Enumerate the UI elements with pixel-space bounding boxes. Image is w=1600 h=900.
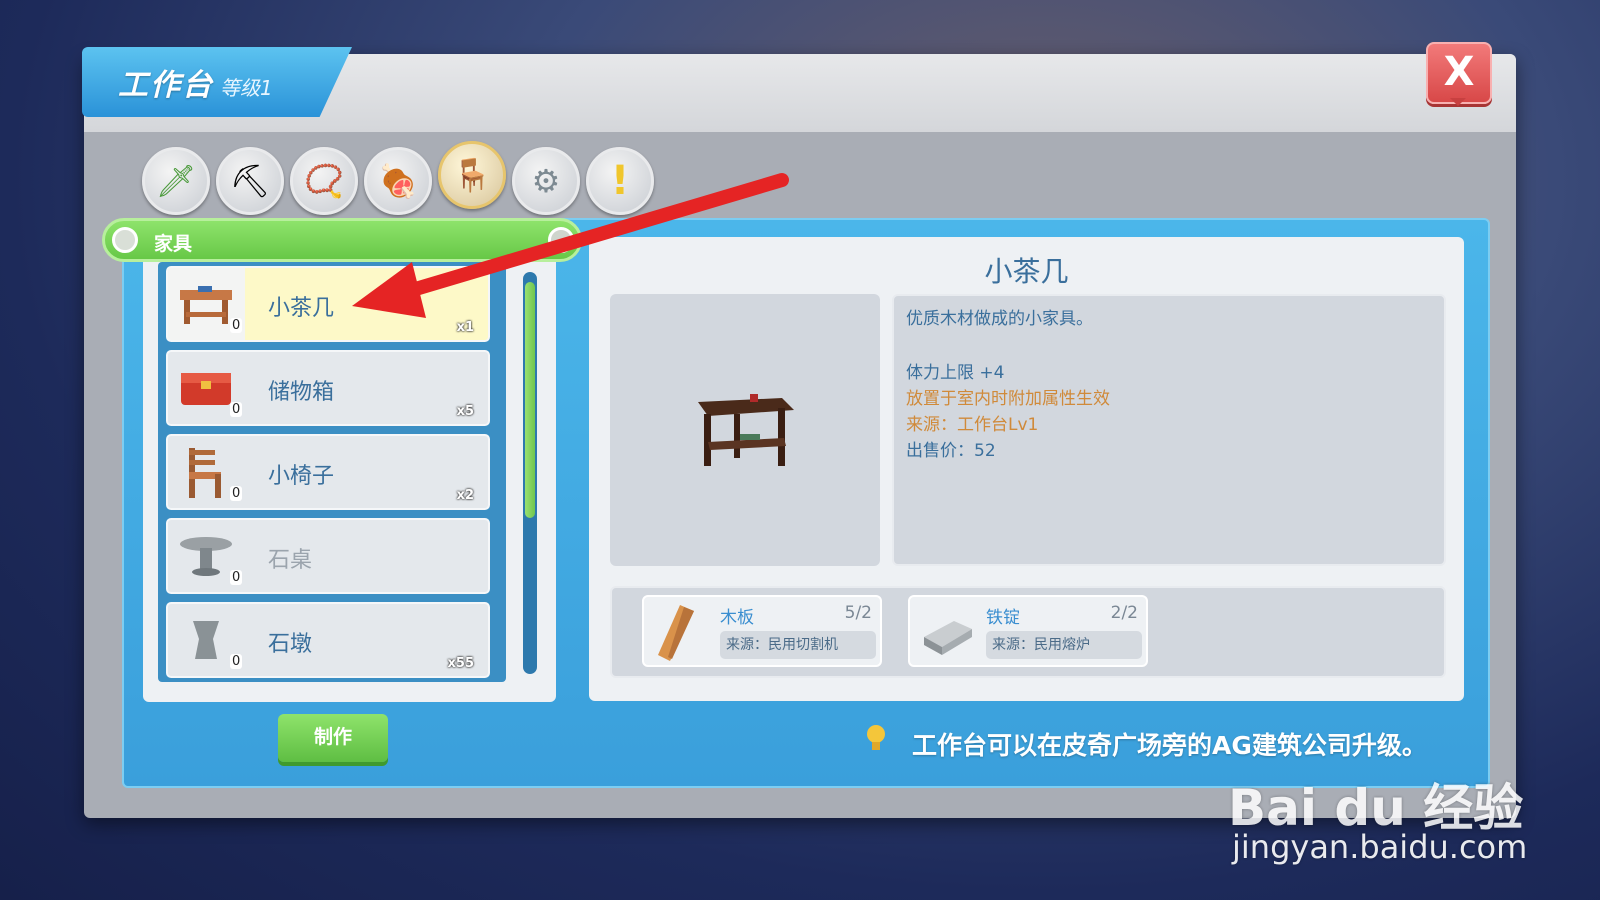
item-description-box: 优质木材做成的小家具。 体力上限 +4 放置于室内时附加属性生效 来源：工作台L… — [892, 294, 1446, 566]
list-item-tea-table[interactable]: 0 小茶几 x1 — [166, 266, 490, 342]
stone-stool-icon — [174, 610, 238, 672]
material-count: 5/2 — [844, 603, 872, 623]
item-preview — [610, 294, 880, 566]
item-owned-count: 0 — [230, 486, 243, 501]
category-weapon[interactable]: 🗡 — [142, 147, 210, 215]
item-owned-count: 0 — [230, 654, 243, 669]
material-name: 木板 — [720, 608, 754, 628]
meat-icon: 🍖 — [378, 162, 418, 200]
wood-plank-icon — [650, 603, 712, 663]
material-source: 来源：民用切割机 — [720, 631, 876, 659]
sword-icon: 🗡 — [155, 162, 197, 200]
material-wood-plank[interactable]: 木板 5/2 来源：民用切割机 — [642, 595, 882, 667]
list-item-stone-table[interactable]: 0 石桌 — [166, 518, 490, 594]
material-count: 2/2 — [1110, 603, 1138, 623]
close-button[interactable]: X — [1426, 42, 1492, 106]
stone-table-icon — [174, 526, 238, 588]
small-chair-icon — [174, 442, 238, 504]
storage-box-icon — [174, 358, 238, 420]
window-level: 等级1 — [220, 76, 273, 100]
category-furniture[interactable]: 🪑 — [438, 141, 506, 209]
material-iron-ingot[interactable]: 铁锭 2/2 来源：民用熔炉 — [908, 595, 1148, 667]
item-source: 来源：工作台Lv1 — [906, 415, 1039, 435]
tea-table-icon — [174, 274, 238, 336]
make-button[interactable]: 制作 — [278, 714, 388, 762]
item-yield: x2 — [456, 488, 474, 503]
category-header-label: 家具 — [154, 233, 193, 255]
pickaxe-icon: ⛏ — [229, 162, 271, 200]
list-item-small-chair[interactable]: 0 小椅子 x2 — [166, 434, 490, 510]
detail-title: 小茶几 — [984, 255, 1069, 288]
lightbulb-icon — [865, 724, 887, 754]
category-food[interactable]: 🍖 — [364, 147, 432, 215]
item-yield: x1 — [456, 320, 474, 335]
necklace-icon: 📿 — [304, 162, 344, 200]
category-tool[interactable]: ⛏ — [216, 147, 284, 215]
item-stat: 体力上限 +4 — [906, 363, 1005, 383]
item-price: 出售价：52 — [906, 441, 996, 461]
hint-text: 工作台可以在皮奇广场旁的AG建筑公司升级。 — [912, 731, 1427, 760]
item-description: 优质木材做成的小家具。 — [906, 309, 1093, 329]
item-name: 小椅子 — [268, 464, 335, 489]
exclamation-icon: ! — [610, 158, 630, 204]
item-name: 石桌 — [268, 548, 313, 573]
category-parts[interactable]: ⚙ — [512, 147, 580, 215]
watermark-url: jingyan.baidu.com — [1232, 828, 1528, 866]
item-yield: x55 — [447, 656, 474, 671]
category-header-dot-right — [548, 227, 574, 253]
item-name: 储物箱 — [268, 380, 335, 405]
item-note: 放置于室内时附加属性生效 — [906, 389, 1110, 409]
item-list[interactable]: 0 小茶几 x1 0 储物箱 x5 0 小椅子 x2 0 石桌 0 石墩 x55 — [158, 262, 506, 682]
item-owned-count: 0 — [230, 570, 243, 585]
category-special[interactable]: ! — [586, 147, 654, 215]
item-owned-count: 0 — [230, 318, 243, 333]
list-scrollbar-thumb[interactable] — [525, 282, 535, 518]
category-accessory[interactable]: 📿 — [290, 147, 358, 215]
list-item-stone-stool[interactable]: 0 石墩 x55 — [166, 602, 490, 678]
material-source: 来源：民用熔炉 — [986, 631, 1142, 659]
list-item-storage-box[interactable]: 0 储物箱 x5 — [166, 350, 490, 426]
item-yield: x5 — [456, 404, 474, 419]
item-name: 小茶几 — [268, 296, 335, 321]
item-name: 石墩 — [268, 632, 313, 657]
chair-icon: 🪑 — [452, 156, 492, 194]
item-owned-count: 0 — [230, 402, 243, 417]
material-name: 铁锭 — [986, 608, 1020, 628]
category-header-dot — [112, 227, 138, 253]
window-title: 工作台 — [118, 68, 214, 103]
gear-icon: ⚙ — [531, 162, 561, 200]
tea-table-preview-icon — [698, 394, 794, 466]
iron-ingot-icon — [916, 603, 978, 663]
